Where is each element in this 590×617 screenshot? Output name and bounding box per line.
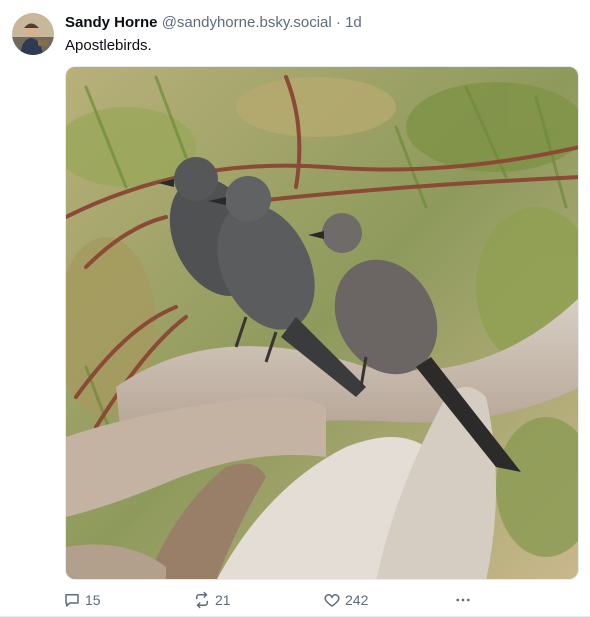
like-count: 242 [345,592,369,608]
post-image[interactable] [65,66,579,580]
reply-count: 15 [85,592,101,608]
repost-count: 21 [215,592,231,608]
more-options-button[interactable] [454,589,472,611]
avatar-image [12,13,54,55]
author-name[interactable]: Sandy Horne [65,14,158,31]
heart-icon [324,594,340,607]
post-actions: 15 21 242 [63,589,483,611]
post-header: Sandy Horne @sandyhorne.bsky.social · 1d [65,14,576,34]
like-button[interactable]: 242 [323,589,368,611]
post-text: Apostlebirds. [65,37,152,54]
apostlebirds-photo [66,67,578,579]
more-icon [456,598,470,602]
reply-button[interactable]: 15 [63,589,101,611]
author-handle[interactable]: @sandyhorne.bsky.social [162,14,332,31]
header-separator: · [335,14,341,31]
repost-icon [196,591,208,609]
reply-icon [65,594,79,607]
repost-button[interactable]: 21 [193,589,231,611]
avatar[interactable] [12,13,54,55]
post-card[interactable]: Sandy Horne @sandyhorne.bsky.social · 1d… [0,0,590,617]
post-timestamp[interactable]: 1d [345,14,362,31]
